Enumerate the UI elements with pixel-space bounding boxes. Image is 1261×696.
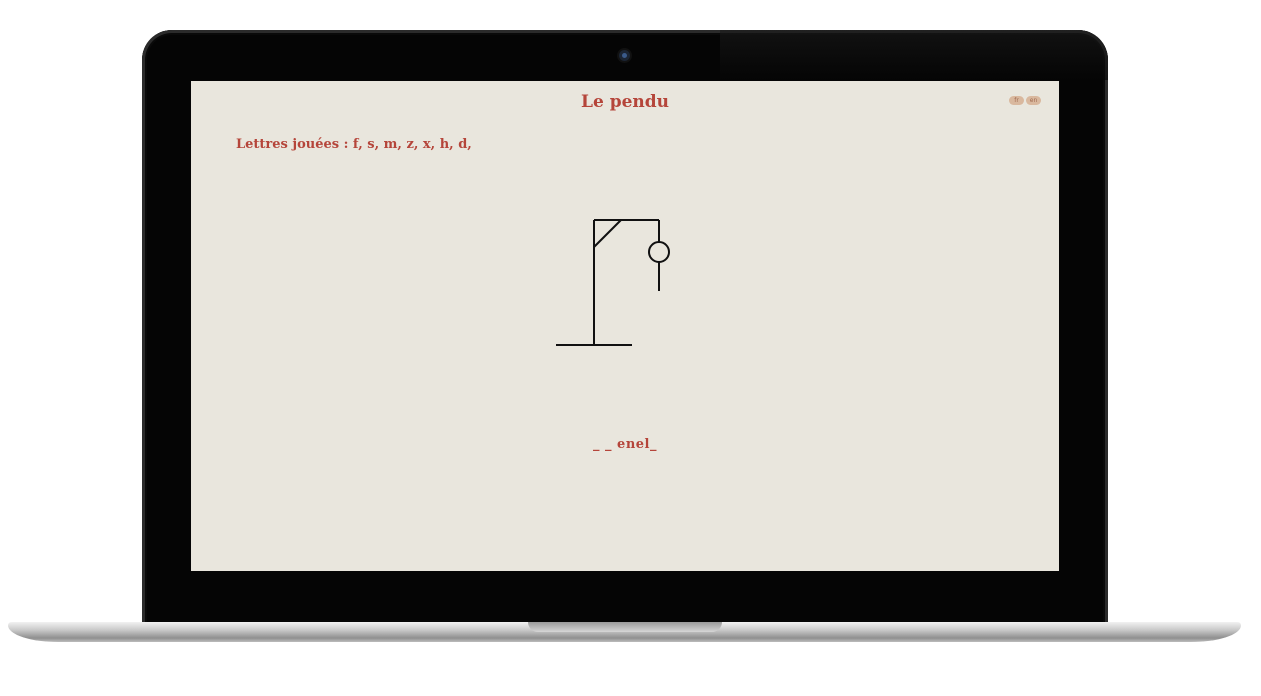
laptop-base-notch [528, 622, 722, 632]
hangman-drawing [556, 219, 670, 346]
page-title: Le pendu [581, 92, 669, 112]
hidden-word: _ _ enel_ [593, 437, 657, 452]
webcam-icon [619, 50, 630, 61]
gallows-brace [593, 219, 622, 248]
played-letters: Lettres jouées : f, s, m, z, x, h, d, [236, 137, 472, 152]
hangman-head [648, 241, 670, 263]
language-button-en[interactable]: en [1026, 96, 1041, 105]
laptop-lid-gloss [720, 30, 1108, 80]
language-button-fr[interactable]: fr [1009, 96, 1024, 105]
language-switcher: fr en [1009, 96, 1041, 105]
game-screen: Le pendu fr en Lettres jouées : f, s, m,… [191, 81, 1059, 571]
